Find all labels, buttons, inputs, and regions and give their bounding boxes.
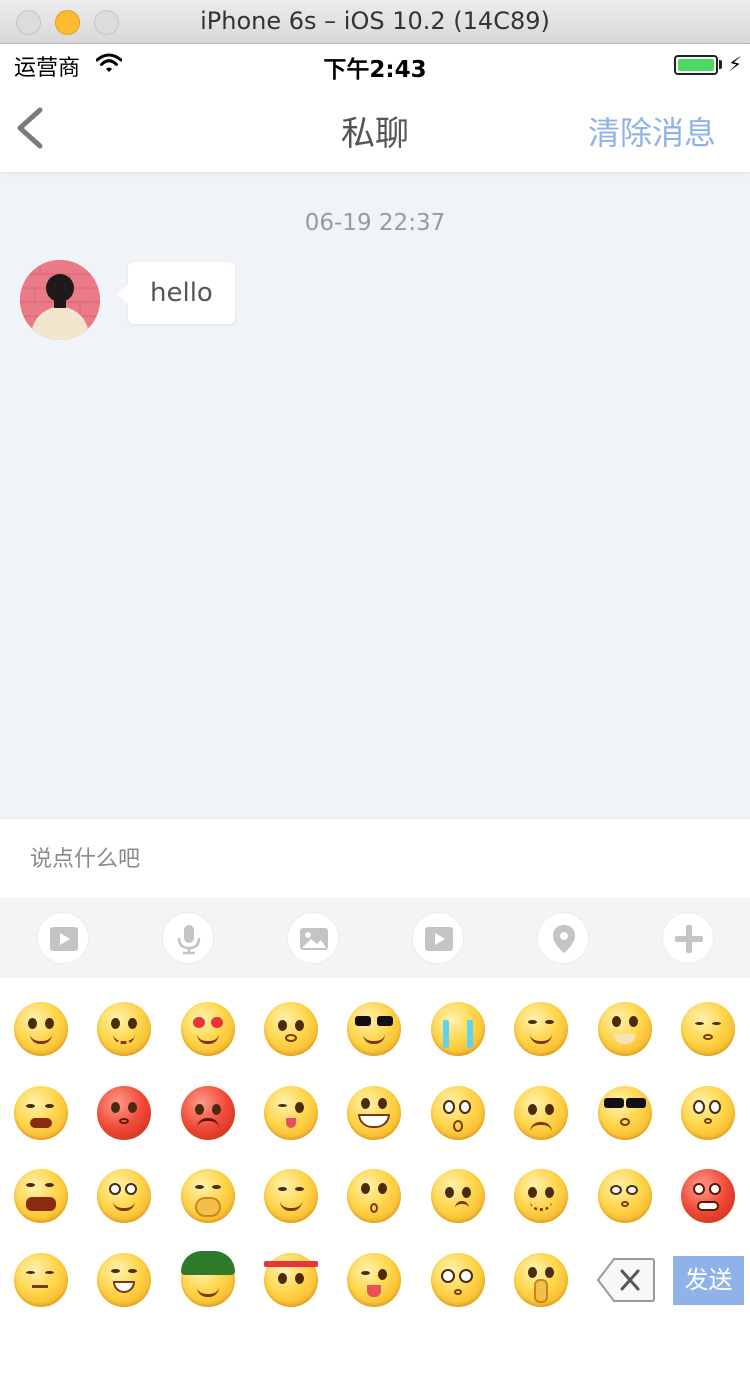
emoji-blush-icon[interactable] bbox=[514, 1002, 568, 1056]
clear-messages-button[interactable]: 清除消息 bbox=[588, 108, 716, 154]
message-bubble[interactable]: hello bbox=[116, 262, 235, 324]
charging-icon: ⚡ bbox=[728, 52, 743, 76]
emoji-sweat-icon[interactable] bbox=[14, 1253, 68, 1307]
emoji-embarrassed-icon[interactable] bbox=[97, 1086, 151, 1140]
emoji-shy-icon[interactable] bbox=[681, 1086, 735, 1140]
emoji-shut-mouth-icon[interactable] bbox=[598, 1002, 652, 1056]
emoji-confused-icon[interactable] bbox=[431, 1169, 485, 1223]
window-title: iPhone 6s – iOS 10.2 (14C89) bbox=[200, 7, 550, 35]
emoji-angry-stare-icon[interactable] bbox=[264, 1002, 318, 1056]
attachment-toolbar bbox=[0, 898, 750, 978]
emoji-heart-eyes-icon[interactable] bbox=[181, 1002, 235, 1056]
emoji-crying-icon[interactable] bbox=[431, 1002, 485, 1056]
emoji-furious-icon[interactable] bbox=[181, 1086, 235, 1140]
emoji-soldier-icon[interactable] bbox=[181, 1251, 235, 1307]
image-button[interactable] bbox=[287, 912, 339, 964]
emoji-scream-icon[interactable] bbox=[14, 1169, 68, 1223]
emoji-speechless-icon[interactable] bbox=[598, 1169, 652, 1223]
chat-area[interactable]: 06-19 22:37 hello bbox=[0, 172, 750, 818]
emoji-shush-icon[interactable] bbox=[514, 1253, 568, 1307]
voice-button[interactable] bbox=[162, 912, 214, 964]
emoji-determined-icon[interactable] bbox=[264, 1253, 318, 1307]
emoji-panel: 发送 bbox=[0, 978, 750, 1378]
video-button[interactable] bbox=[37, 912, 89, 964]
more-button[interactable] bbox=[662, 912, 714, 964]
battery-icon bbox=[674, 55, 718, 75]
emoji-laugh-icon[interactable] bbox=[97, 1253, 151, 1307]
emoji-cool-icon[interactable] bbox=[598, 1086, 652, 1140]
emoji-question-icon[interactable] bbox=[431, 1253, 485, 1307]
emoji-sob-icon[interactable] bbox=[14, 1086, 68, 1140]
emoji-sad-icon[interactable] bbox=[514, 1086, 568, 1140]
window-titlebar: iPhone 6s – iOS 10.2 (14C89) bbox=[0, 0, 750, 44]
emoji-tongue-wink-icon[interactable] bbox=[264, 1086, 318, 1140]
message-input-bar bbox=[0, 818, 750, 899]
battery-tip bbox=[719, 60, 722, 69]
delete-backspace-icon[interactable] bbox=[596, 1257, 656, 1303]
simulator-window: iPhone 6s – iOS 10.2 (14C89) 运营商 下午2:43 … bbox=[0, 0, 750, 1378]
message-input[interactable] bbox=[0, 819, 750, 899]
navigation-bar: 私聊 清除消息 bbox=[0, 84, 750, 172]
emoji-smile-icon[interactable] bbox=[14, 1002, 68, 1056]
status-bar: 运营商 下午2:43 ⚡ bbox=[0, 44, 750, 84]
location-pin-icon bbox=[553, 925, 575, 953]
emoji-shocked-icon[interactable] bbox=[347, 1169, 401, 1223]
send-button[interactable]: 发送 bbox=[673, 1256, 744, 1305]
message-timestamp: 06-19 22:37 bbox=[304, 210, 446, 236]
emoji-surprised-icon[interactable] bbox=[431, 1086, 485, 1140]
emoji-happy-blush-icon[interactable] bbox=[264, 1169, 318, 1223]
emoji-sunglasses-icon[interactable] bbox=[347, 1002, 401, 1056]
emoji-giggle-icon[interactable] bbox=[181, 1169, 235, 1223]
emoji-awkward-icon[interactable] bbox=[97, 1002, 151, 1056]
emoji-puzzled-icon[interactable] bbox=[514, 1169, 568, 1223]
status-time: 下午2:43 bbox=[323, 57, 427, 83]
image-icon bbox=[300, 928, 328, 950]
video-icon bbox=[50, 927, 78, 951]
microphone-icon bbox=[177, 925, 201, 955]
emoji-grin-icon[interactable] bbox=[347, 1086, 401, 1140]
emoji-drool-icon[interactable] bbox=[97, 1169, 151, 1223]
location-button[interactable] bbox=[537, 912, 589, 964]
plus-icon bbox=[675, 925, 703, 953]
avatar[interactable] bbox=[20, 260, 100, 340]
emoji-smirk-tongue-icon[interactable] bbox=[347, 1253, 401, 1307]
emoji-rage-icon[interactable] bbox=[681, 1169, 735, 1223]
emoji-sleepy-icon[interactable] bbox=[681, 1002, 735, 1056]
video-icon bbox=[425, 927, 453, 951]
video-clip-button[interactable] bbox=[412, 912, 464, 964]
